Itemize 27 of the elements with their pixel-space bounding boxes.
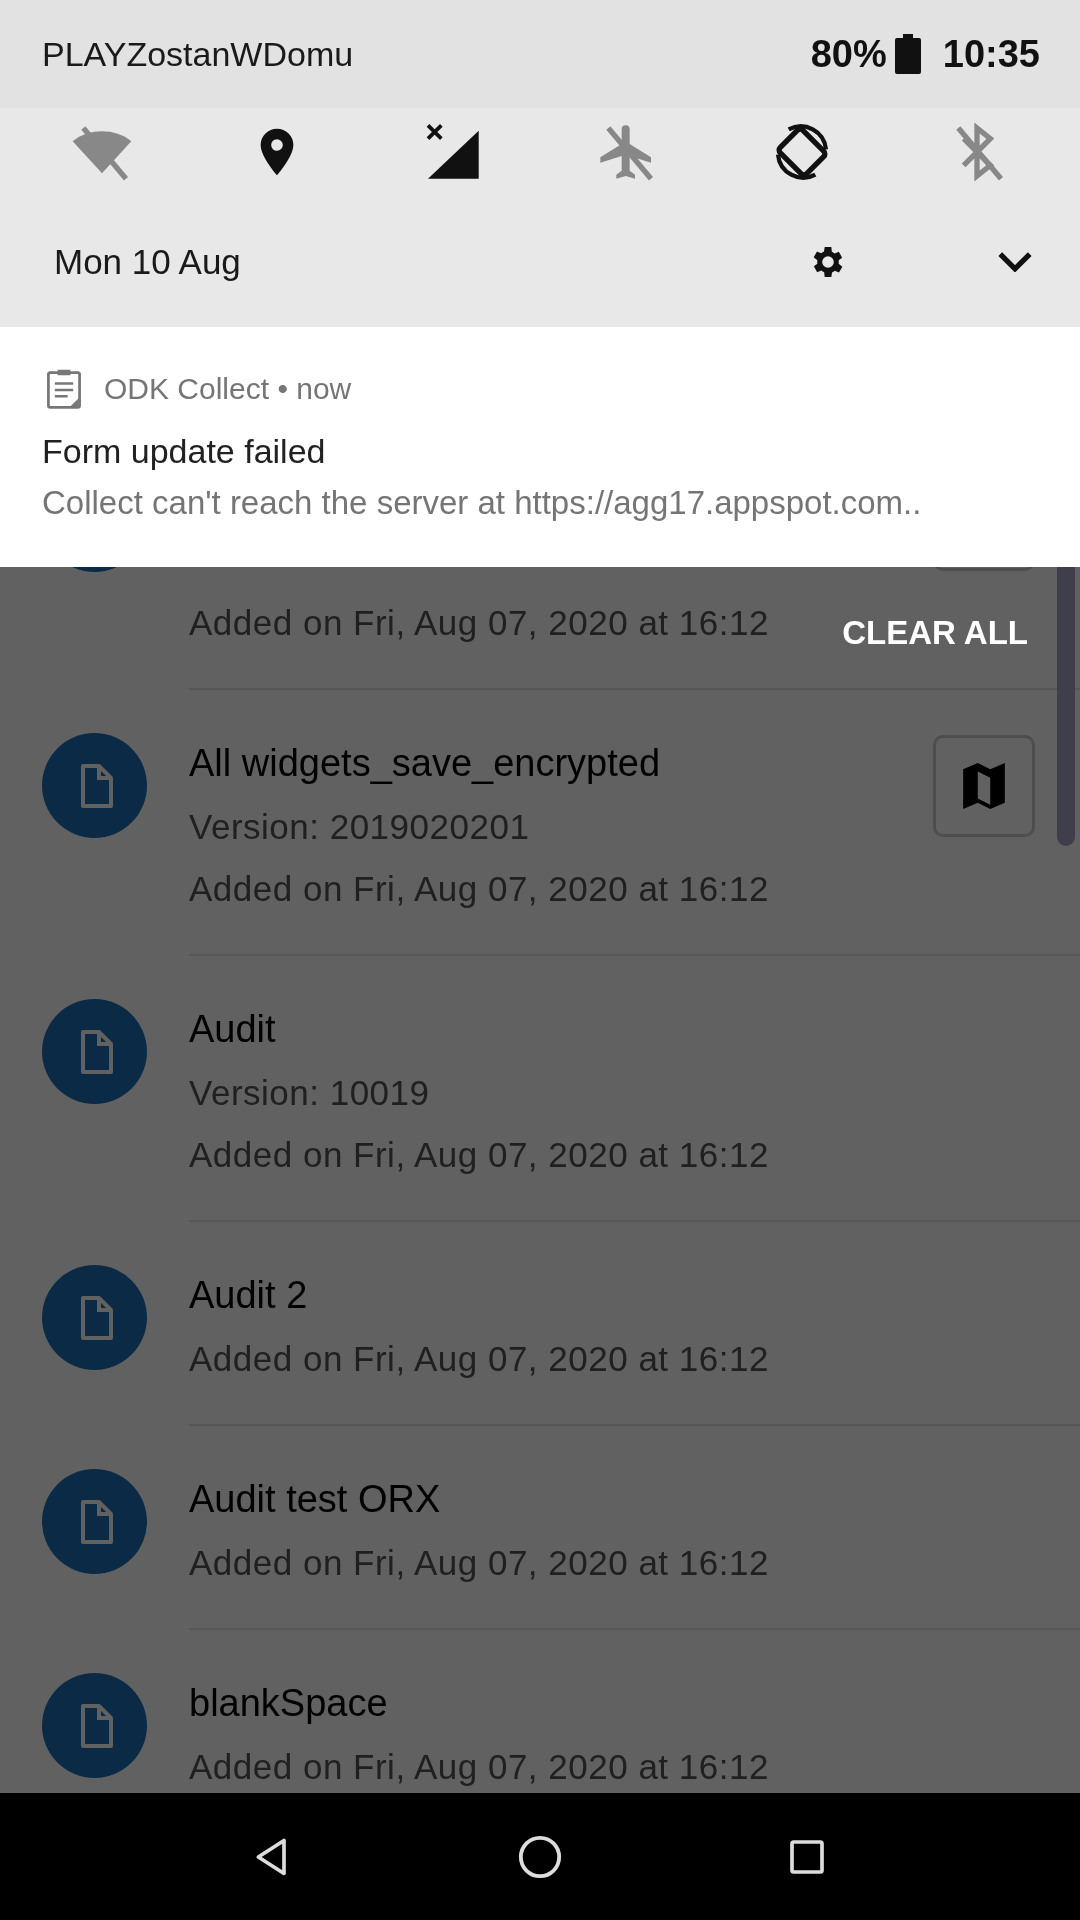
- form-date: Added on Fri, Aug 07, 2020 at 16:12: [189, 1746, 769, 1788]
- notification-text: Collect can't reach the server at https://agg17.appspot.com..: [42, 483, 923, 523]
- clear-all-button[interactable]: CLEAR ALL: [830, 603, 1040, 663]
- carrier-name: PLAYZostanWDomu: [42, 34, 355, 74]
- form-date: Added on Fri, Aug 07, 2020 at 16:12: [189, 1542, 769, 1584]
- form-date: Added on Fri, Aug 07, 2020 at 16:12: [189, 602, 769, 644]
- form-date: Added on Fri, Aug 07, 2020 at 16:12: [189, 1134, 769, 1176]
- battery-percent: 80%: [810, 32, 887, 76]
- form-version: Version: 2019020201: [189, 806, 530, 848]
- map-button[interactable]: [933, 735, 1035, 837]
- form-name[interactable]: blankSpace: [189, 1670, 388, 1736]
- expand-button[interactable]: [998, 251, 1032, 272]
- form-date: Added on Fri, Aug 07, 2020 at 16:12: [189, 868, 769, 910]
- form-name[interactable]: Audit 2: [189, 1262, 308, 1328]
- form-name[interactable]: Audit: [189, 996, 276, 1062]
- form-name[interactable]: Audit test ORX: [189, 1466, 441, 1532]
- home-icon: [517, 1833, 563, 1880]
- form-name[interactable]: All widgets_save_encrypted: [189, 730, 661, 796]
- form-date: Added on Fri, Aug 07, 2020 at 16:12: [189, 1338, 769, 1380]
- battery-icon: [894, 34, 921, 74]
- notification-header: ODK Collect • now: [104, 372, 352, 406]
- notification-card[interactable]: ODK Collect • now Form update failed Collect can't reach the server at https://agg17.appspot.com..: [0, 327, 1080, 567]
- clock: 10:35: [942, 32, 1040, 76]
- form-version: Version: 10019: [189, 1072, 430, 1114]
- date-text: Mon 10 Aug: [54, 241, 242, 282]
- notification-title: Form update failed: [42, 431, 327, 472]
- chevron-icon: [998, 251, 1032, 272]
